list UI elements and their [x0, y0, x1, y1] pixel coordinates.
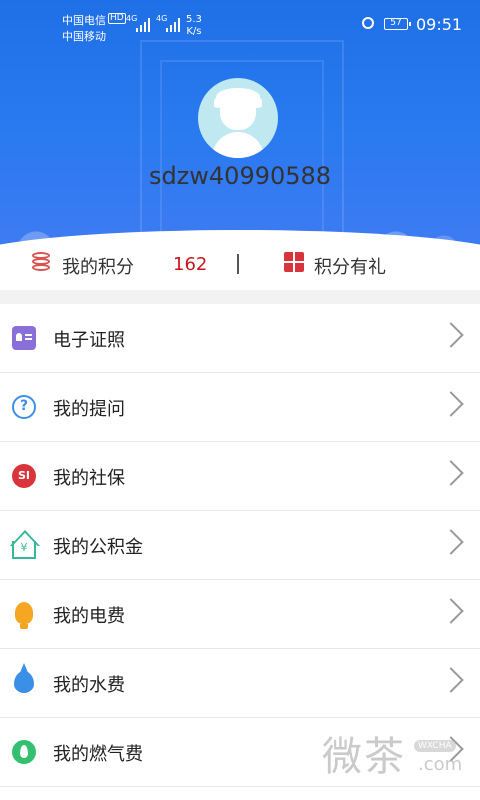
- menu-item-water-bill[interactable]: 我的水费: [0, 649, 480, 718]
- user-avatar-icon[interactable]: [198, 78, 278, 158]
- chevron-right-icon: [438, 460, 464, 486]
- menu-item-housing-fund[interactable]: ¥ 我的公积金: [0, 511, 480, 580]
- signal-icon-2: [166, 16, 180, 32]
- housing-fund-icon: ¥: [12, 541, 36, 559]
- alarm-icon: [362, 17, 374, 29]
- network-speed-unit: K/s: [186, 26, 202, 37]
- menu-item-e-license[interactable]: 电子证照: [0, 304, 480, 373]
- network-speed-value: 5.3: [186, 14, 202, 25]
- avatar-hair: [216, 88, 260, 106]
- chevron-right-icon: [438, 529, 464, 555]
- social-security-icon: SI: [12, 464, 36, 488]
- menu-item-electricity-bill[interactable]: 我的电费: [0, 580, 480, 649]
- clock: 09:51: [416, 15, 463, 34]
- points-divider: [237, 254, 239, 274]
- points-value[interactable]: 162: [173, 254, 207, 275]
- signal-icon-1: [136, 16, 150, 32]
- question-icon: ?: [12, 395, 36, 419]
- status-bar: 中国电信 HD 中国移动 4G 4G 5.3 K/s 57 09:51: [0, 0, 480, 46]
- menu-item-label: 我的电费: [53, 606, 125, 627]
- section-gap: [0, 290, 480, 304]
- menu-item-label: 我的燃气费: [53, 744, 143, 765]
- chevron-right-icon: [438, 598, 464, 624]
- my-points-label[interactable]: 我的积分: [62, 253, 134, 279]
- avatar-body: [212, 132, 264, 158]
- menu-item-label: 我的水费: [53, 675, 125, 696]
- hd-badge: HD: [108, 13, 126, 24]
- lightbulb-icon: [15, 602, 33, 629]
- flame-icon: [12, 740, 36, 764]
- network-speed: 5.3 K/s: [186, 14, 202, 38]
- carrier-name-1: 中国电信: [62, 14, 106, 27]
- id-card-icon: [12, 326, 36, 350]
- coins-icon: [32, 252, 50, 272]
- menu-item-my-questions[interactable]: ? 我的提问: [0, 373, 480, 442]
- chevron-right-icon: [438, 391, 464, 417]
- chevron-right-icon: [438, 322, 464, 348]
- menu-list: 电子证照 ? 我的提问 SI 我的社保 ¥ 我的公积金 我的电费 我的水费 我的…: [0, 304, 480, 787]
- menu-item-label: 我的公积金: [53, 537, 143, 558]
- watermark: 微茶 WXCHA .com: [322, 724, 480, 784]
- username: sdzw40990588: [148, 162, 332, 190]
- points-gift-link[interactable]: 积分有礼: [314, 253, 386, 279]
- watermark-text: 微茶: [322, 734, 406, 780]
- menu-item-social-security[interactable]: SI 我的社保: [0, 442, 480, 511]
- water-drop-icon: [14, 671, 34, 693]
- menu-item-label: 我的社保: [53, 468, 125, 489]
- menu-item-label: 我的提问: [53, 399, 125, 420]
- watermark-domain: .com: [418, 754, 463, 775]
- points-bar: 我的积分 162 积分有礼: [0, 244, 480, 288]
- battery-icon: 57: [384, 18, 411, 30]
- gift-icon[interactable]: [284, 252, 304, 272]
- menu-item-label: 电子证照: [53, 330, 125, 351]
- chevron-right-icon: [438, 667, 464, 693]
- watermark-badge: WXCHA: [414, 740, 456, 752]
- carrier-name-2: 中国移动: [62, 30, 106, 43]
